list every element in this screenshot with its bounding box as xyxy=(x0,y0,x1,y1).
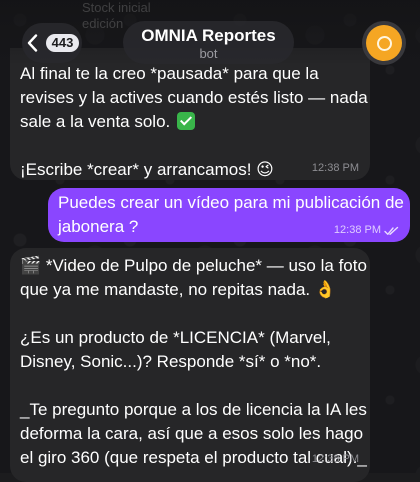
message-bubble-incoming[interactable]: Al final te la creo *pausada* para que l… xyxy=(10,48,370,180)
chat-subtitle: bot xyxy=(199,46,218,61)
chat-header: Stock inicial edición 443 OMNIA Reportes… xyxy=(0,0,420,66)
message-text-line: deforma la cara, así que a esos solo les… xyxy=(20,424,364,443)
message-meta: 12:38 PM xyxy=(312,453,359,466)
message-text-line: ¡Escribe *crear* y arrancamos! 😉 xyxy=(20,160,274,179)
back-button[interactable]: 443 xyxy=(22,23,82,63)
chat-title: OMNIA Reportes xyxy=(141,26,276,45)
avatar[interactable] xyxy=(362,21,406,65)
message-text-line: que ya me mandaste, no repitas nada. 👌 xyxy=(20,280,337,299)
message-time: 12:38 PM xyxy=(311,162,359,174)
message-text-line: sale a la venta solo. xyxy=(20,110,360,134)
ring-logo-icon xyxy=(376,35,392,51)
message-text-line: 🎬 *Video de Pulpo de peluche* — uso la f… xyxy=(20,256,367,275)
check-mark-button-icon xyxy=(177,112,195,130)
double-check-icon xyxy=(384,226,399,235)
message-meta: 12:38 PM xyxy=(334,224,399,237)
message-time: 12:38 PM xyxy=(311,453,359,465)
message-time: 12:38 PM xyxy=(333,224,381,236)
chevron-left-icon xyxy=(25,34,41,52)
message-text-line: ¿Es un producto de *LICENCIA* (Marvel, xyxy=(20,328,331,347)
message-meta: 12:38 PM xyxy=(312,162,359,175)
unread-count-badge: 443 xyxy=(45,34,80,52)
message-text-line: el giro 360 (que respeta el producto tal… xyxy=(20,448,367,467)
message-text-fragment: sale a la venta solo. xyxy=(20,112,171,131)
message-bubble-incoming[interactable]: 🎬 *Video de Pulpo de peluche* — uso la f… xyxy=(10,248,370,482)
bot-avatar-image xyxy=(366,25,402,61)
pinned-ghost-line: Stock inicial xyxy=(82,0,151,15)
message-text-line: _Te pregunto porque a los de licencia la… xyxy=(20,400,367,419)
message-text-line: Puedes crear un vídeo para mi publicació… xyxy=(58,193,404,212)
message-bubble-outgoing[interactable]: Puedes crear un vídeo para mi publicació… xyxy=(48,188,410,242)
message-text-line: revises y la actives cuando estés listo … xyxy=(20,88,368,107)
message-text-line: Disney, Sonic...)? Responde *sí* o *no*. xyxy=(20,352,322,371)
chat-title-button[interactable]: OMNIA Reportes bot xyxy=(123,21,294,64)
